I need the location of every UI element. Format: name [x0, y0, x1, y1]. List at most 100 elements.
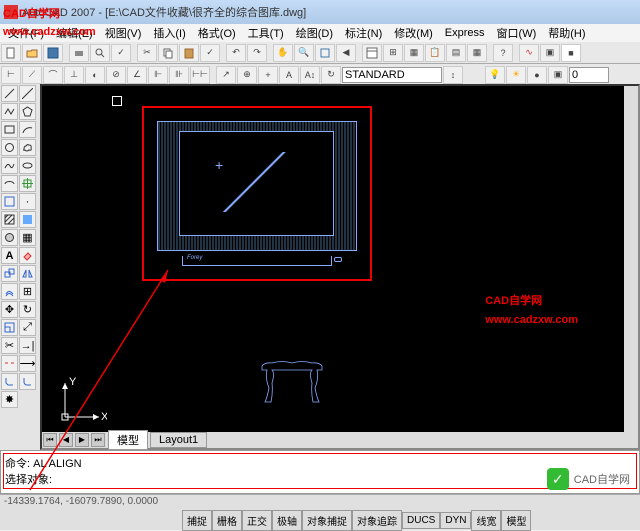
dim-base-icon[interactable]: ⊪ [169, 66, 189, 84]
layer-dropdown[interactable]: 0 [569, 67, 609, 83]
menu-item[interactable]: 视图(V) [99, 25, 148, 41]
menu-item[interactable]: 窗口(W) [491, 25, 543, 41]
spline-icon[interactable] [1, 157, 18, 174]
calc-icon[interactable]: ▦ [467, 44, 487, 62]
tab-first-icon[interactable]: ⏮ [43, 433, 57, 447]
line-icon[interactable] [1, 85, 18, 102]
menu-item[interactable]: 插入(I) [147, 25, 191, 41]
scrollbar-vertical[interactable] [624, 86, 638, 432]
menu-item[interactable]: 工具(T) [242, 25, 290, 41]
match-icon[interactable]: ✓ [200, 44, 220, 62]
zoom-win-icon[interactable] [315, 44, 335, 62]
save-icon[interactable] [43, 44, 63, 62]
sheet-icon[interactable]: 📋 [425, 44, 445, 62]
dim-update-icon[interactable]: ↻ [321, 66, 341, 84]
coordinates-display[interactable]: -14339.1764, -16079.7890, 0.0000 [0, 494, 640, 510]
tab-prev-icon[interactable]: ◀ [59, 433, 73, 447]
status-toggle[interactable]: 线宽 [471, 510, 501, 531]
dimstyle-icon[interactable]: ↕ [443, 66, 463, 84]
dim-ang-icon[interactable]: ∠ [127, 66, 147, 84]
xline-icon[interactable] [19, 85, 36, 102]
circle-icon[interactable] [1, 139, 18, 156]
fillet-icon[interactable] [19, 373, 36, 390]
dim-linear-icon[interactable]: ⊢ [1, 66, 21, 84]
tv-drawing-object[interactable]: + Forey [157, 121, 357, 266]
menu-item[interactable]: 标注(N) [339, 25, 388, 41]
chamfer-icon[interactable] [1, 373, 18, 390]
erase-icon[interactable] [19, 247, 36, 264]
status-toggle[interactable]: 对象追踪 [352, 510, 402, 531]
et-icon[interactable]: ∿ [519, 44, 539, 62]
hatch-icon[interactable] [1, 211, 18, 228]
new-icon[interactable] [1, 44, 21, 62]
help-icon[interactable]: ? [493, 44, 513, 62]
status-toggle[interactable]: DUCS [402, 512, 440, 529]
render-env-icon[interactable]: ▣ [548, 66, 568, 84]
array-icon[interactable]: ⊞ [19, 283, 36, 300]
preview-icon[interactable] [90, 44, 110, 62]
dim-ord-icon[interactable]: ⊥ [64, 66, 84, 84]
dim-edit-icon[interactable]: A [279, 66, 299, 84]
tool-palette-icon[interactable]: ▦ [404, 44, 424, 62]
block-make-icon[interactable] [1, 193, 18, 210]
pan-icon[interactable]: ✋ [273, 44, 293, 62]
material-icon[interactable]: ● [527, 66, 547, 84]
break-icon[interactable] [1, 355, 18, 372]
tab-model[interactable]: 模型 [108, 430, 148, 450]
menu-item[interactable]: Express [439, 27, 491, 39]
menu-item[interactable]: 绘图(D) [290, 25, 339, 41]
center-icon[interactable]: + [258, 66, 278, 84]
undo-icon[interactable]: ↶ [226, 44, 246, 62]
trim-icon[interactable]: ✂ [1, 337, 18, 354]
menu-item[interactable]: 修改(M) [388, 25, 439, 41]
status-toggle[interactable]: 模型 [501, 510, 531, 531]
block-icon[interactable]: ▣ [540, 44, 560, 62]
dim-cont-icon[interactable]: ⊢⊢ [190, 66, 210, 84]
revcloud-icon[interactable] [19, 139, 36, 156]
zoom-rt-icon[interactable]: 🔍 [294, 44, 314, 62]
open-icon[interactable] [22, 44, 42, 62]
cut-icon[interactable]: ✂ [137, 44, 157, 62]
tab-next-icon[interactable]: ▶ [75, 433, 89, 447]
command-window[interactable]: 命令: AL ALIGN 选择对象: [0, 450, 640, 494]
zoom-prev-icon[interactable]: ◀ [336, 44, 356, 62]
dc-icon[interactable]: ⊞ [383, 44, 403, 62]
pline-icon[interactable] [1, 103, 18, 120]
redo-icon[interactable]: ↷ [247, 44, 267, 62]
print-icon[interactable] [69, 44, 89, 62]
light-icon[interactable]: 💡 [485, 66, 505, 84]
table-icon[interactable]: ▦ [19, 229, 36, 246]
tab-layout1[interactable]: Layout1 [150, 432, 207, 448]
point-icon[interactable]: · [19, 193, 36, 210]
copy-icon[interactable] [158, 44, 178, 62]
dim-tedit-icon[interactable]: A↕ [300, 66, 320, 84]
region-icon[interactable] [1, 229, 18, 246]
mirror-icon[interactable] [19, 265, 36, 282]
insert-icon[interactable] [19, 175, 36, 192]
rotate-icon[interactable]: ↻ [19, 301, 36, 318]
status-toggle[interactable]: 正交 [242, 510, 272, 531]
leader-icon[interactable]: ↗ [216, 66, 236, 84]
dim-dia-icon[interactable]: ⊘ [106, 66, 126, 84]
status-toggle[interactable]: 捕捉 [182, 510, 212, 531]
paste-icon[interactable] [179, 44, 199, 62]
status-toggle[interactable]: DYN [440, 512, 471, 529]
status-toggle[interactable]: 对象捕捉 [302, 510, 352, 531]
dim-align-icon[interactable]: ⟋ [22, 66, 42, 84]
publish-icon[interactable]: ✓ [111, 44, 131, 62]
dim-rad-icon[interactable]: ◐ [85, 66, 105, 84]
menu-item[interactable]: 格式(O) [192, 25, 242, 41]
props-icon[interactable] [362, 44, 382, 62]
move-icon[interactable]: ✥ [1, 301, 18, 318]
stretch-icon[interactable]: ⤢ [19, 319, 36, 336]
status-toggle[interactable]: 栅格 [212, 510, 242, 531]
menu-item[interactable]: 帮助(H) [542, 25, 591, 41]
polygon-icon[interactable] [19, 103, 36, 120]
mtext-icon[interactable]: A [1, 247, 18, 264]
ellipse-arc-icon[interactable] [1, 175, 18, 192]
tolerance-icon[interactable]: ⊕ [237, 66, 257, 84]
sun-icon[interactable]: ☀ [506, 66, 526, 84]
tab-last-icon[interactable]: ⏭ [91, 433, 105, 447]
dim-quick-icon[interactable]: ⊩ [148, 66, 168, 84]
rect-icon[interactable] [1, 121, 18, 138]
